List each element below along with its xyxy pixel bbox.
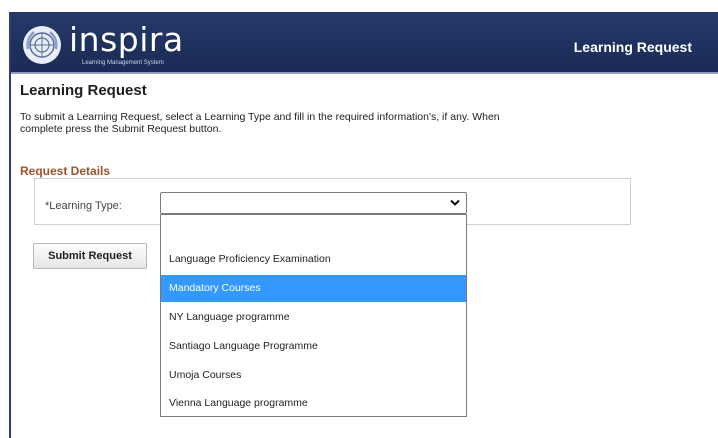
brand-name: inspira xyxy=(69,20,184,59)
dropdown-option[interactable]: Language Proficiency Examination xyxy=(161,246,466,273)
un-emblem-icon xyxy=(23,26,61,64)
section-title: Request Details xyxy=(20,164,111,178)
dropdown-option-blank[interactable] xyxy=(161,216,466,243)
dropdown-option[interactable]: Vienna Language programme xyxy=(161,390,466,417)
dropdown-option[interactable]: Umoja Courses xyxy=(161,362,466,389)
dropdown-option[interactable]: Santiago Language Programme xyxy=(161,333,466,360)
page-title: Learning Request xyxy=(20,82,147,99)
chevron-down-icon xyxy=(450,199,460,206)
instructions-line-1: To submit a Learning Request, select a L… xyxy=(20,111,500,123)
page-left-border xyxy=(9,12,11,438)
learning-type-select[interactable] xyxy=(160,192,467,214)
dropdown-option[interactable]: Mandatory Courses xyxy=(161,275,466,302)
instructions-line-2: complete press the Submit Request button… xyxy=(20,123,222,135)
header-title: Learning Request xyxy=(573,39,692,55)
dropdown-option[interactable]: NY Language programme xyxy=(161,304,466,331)
app-header: inspira Learning Management System Learn… xyxy=(11,12,718,74)
instructions-text: To submit a Learning Request, select a L… xyxy=(20,111,540,135)
submit-request-button[interactable]: Submit Request xyxy=(33,243,147,269)
learning-type-label: *Learning Type: xyxy=(45,200,122,212)
learning-type-dropdown: Language Proficiency Examination Mandato… xyxy=(160,214,467,417)
brand-tagline: Learning Management System xyxy=(82,60,164,66)
